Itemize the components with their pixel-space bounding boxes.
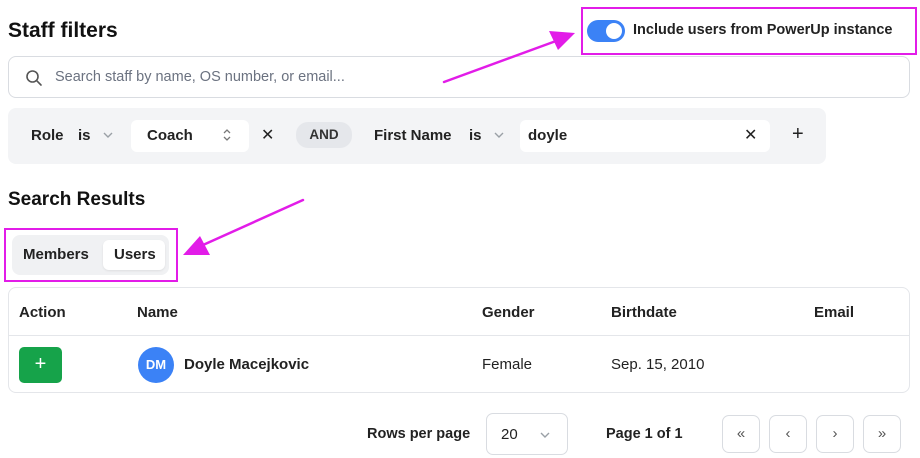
tab-group: Members Users xyxy=(12,235,169,275)
column-header-name[interactable]: Name xyxy=(137,304,178,321)
search-input[interactable] xyxy=(55,57,895,97)
add-user-button[interactable]: + xyxy=(19,347,62,383)
header-divider xyxy=(9,335,909,336)
filter-1-field[interactable]: Role xyxy=(31,126,64,146)
column-header-action: Action xyxy=(19,304,66,321)
chevron-up-down-icon xyxy=(223,129,231,141)
row-gender: Female xyxy=(482,356,533,373)
row-name: Doyle Macejkovic xyxy=(184,356,310,373)
rows-per-page-label: Rows per page xyxy=(367,426,471,442)
toggle-label: Include users from PowerUp instance xyxy=(633,22,893,38)
filter-1-remove-button[interactable]: ✕ xyxy=(261,126,274,146)
tab-members[interactable]: Members xyxy=(23,245,89,265)
last-page-button[interactable]: » xyxy=(863,415,901,453)
page-info: Page 1 of 1 xyxy=(606,426,683,442)
add-filter-button[interactable]: + xyxy=(792,124,804,144)
chevron-down-icon[interactable] xyxy=(493,129,505,141)
tab-users[interactable]: Users xyxy=(114,245,156,265)
filter-1-value: Coach xyxy=(147,127,193,144)
filter-2-remove-button[interactable]: ✕ xyxy=(744,126,757,146)
rows-per-page-value: 20 xyxy=(501,426,518,443)
results-table: Action Name Gender Birthdate Email + DM … xyxy=(8,287,910,393)
chevron-down-icon xyxy=(540,432,550,438)
rows-per-page-select[interactable]: 20 xyxy=(486,413,568,455)
filter-2-operator[interactable]: is xyxy=(469,126,482,146)
filter-1-operator[interactable]: is xyxy=(78,126,91,146)
column-header-birthdate[interactable]: Birthdate xyxy=(611,304,677,321)
filter-2-value: doyle xyxy=(528,127,568,144)
avatar: DM xyxy=(138,347,174,383)
column-header-gender[interactable]: Gender xyxy=(482,304,535,321)
next-page-button[interactable]: › xyxy=(816,415,854,453)
row-birthdate: Sep. 15, 2010 xyxy=(611,356,705,373)
chevron-down-icon[interactable] xyxy=(102,129,114,141)
annotation-arrow-tabs xyxy=(183,198,305,255)
search-icon xyxy=(26,70,42,86)
results-title: Search Results xyxy=(8,189,146,210)
column-header-email[interactable]: Email xyxy=(814,304,854,321)
toggle-knob xyxy=(606,23,622,39)
filter-2-field[interactable]: First Name xyxy=(374,126,452,146)
search-box xyxy=(8,56,910,98)
prev-page-button[interactable]: ‹ xyxy=(769,415,807,453)
filter-conjunction[interactable]: AND xyxy=(296,122,352,148)
first-page-button[interactable]: « xyxy=(722,415,760,453)
powerup-toggle[interactable] xyxy=(587,20,625,42)
page-title: Staff filters xyxy=(8,19,118,42)
